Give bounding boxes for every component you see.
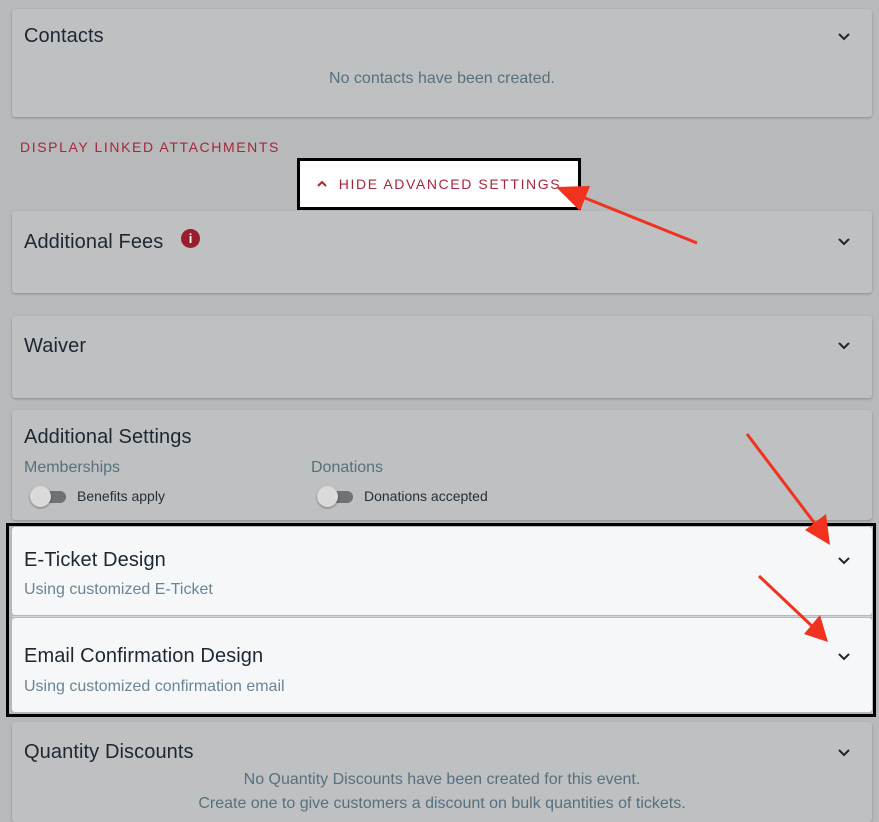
toggle-knob — [30, 486, 51, 507]
email-confirmation-expand-button[interactable] — [836, 649, 852, 665]
donations-label: Donations — [311, 459, 384, 476]
chevron-down-icon — [838, 33, 850, 41]
additional-fees-title: Additional Fees — [24, 231, 164, 253]
toggle-knob — [317, 486, 338, 507]
eticket-expand-button[interactable] — [836, 553, 852, 569]
hide-advanced-settings-button[interactable]: HIDE ADVANCED SETTINGS — [300, 161, 578, 207]
chevron-down-icon — [838, 557, 850, 565]
chevron-up-icon — [317, 180, 327, 187]
quantity-discounts-empty-line1: No Quantity Discounts have been created … — [243, 771, 641, 788]
additional-settings-card: Additional Settings Memberships Benefits… — [12, 410, 872, 520]
donations-toggle-label: Donations accepted — [364, 488, 488, 504]
hide-advanced-settings-label: HIDE ADVANCED SETTINGS — [338, 176, 562, 192]
email-confirmation-design-card: Email Confirmation Design Using customiz… — [12, 618, 872, 712]
chevron-down-icon — [838, 653, 850, 661]
memberships-label: Memberships — [24, 459, 121, 476]
divider — [12, 616, 872, 617]
waiver-title: Waiver — [24, 335, 87, 357]
waiver-expand-button[interactable] — [836, 338, 852, 354]
contacts-empty-text: No contacts have been created. — [329, 70, 555, 87]
eticket-design-title: E-Ticket Design — [24, 549, 166, 571]
waiver-card: Waiver — [12, 316, 872, 398]
quantity-discounts-title: Quantity Discounts — [24, 741, 194, 763]
chevron-down-icon — [838, 749, 850, 757]
hide-advanced-settings-highlight: HIDE ADVANCED SETTINGS — [297, 158, 581, 210]
email-confirmation-subtitle: Using customized confirmation email — [24, 678, 285, 695]
email-confirmation-title: Email Confirmation Design — [24, 645, 264, 667]
additional-fees-expand-button[interactable] — [836, 234, 852, 250]
contacts-card: Contacts No contacts have been created. — [12, 9, 872, 117]
memberships-toggle-label: Benefits apply — [77, 488, 165, 504]
additional-fees-card: Additional Fees — [12, 211, 872, 293]
eticket-design-subtitle: Using customized E-Ticket — [24, 581, 213, 598]
chevron-down-icon — [838, 238, 850, 246]
memberships-toggle[interactable] — [30, 486, 66, 507]
display-linked-attachments-link[interactable]: DISPLAY LINKED ATTACHMENTS — [20, 139, 280, 155]
quantity-discounts-expand-button[interactable] — [836, 745, 852, 761]
additional-settings-title: Additional Settings — [24, 426, 192, 448]
chevron-down-icon — [838, 342, 850, 350]
eticket-design-card: E-Ticket Design Using customized E-Ticke… — [12, 527, 872, 615]
donations-toggle[interactable] — [317, 486, 353, 507]
info-icon[interactable]: i — [181, 229, 200, 248]
quantity-discounts-empty-line2: Create one to give customers a discount … — [198, 795, 686, 812]
contacts-title: Contacts — [24, 25, 104, 47]
quantity-discounts-card: Quantity Discounts No Quantity Discounts… — [12, 722, 872, 822]
contacts-expand-button[interactable] — [836, 29, 852, 45]
